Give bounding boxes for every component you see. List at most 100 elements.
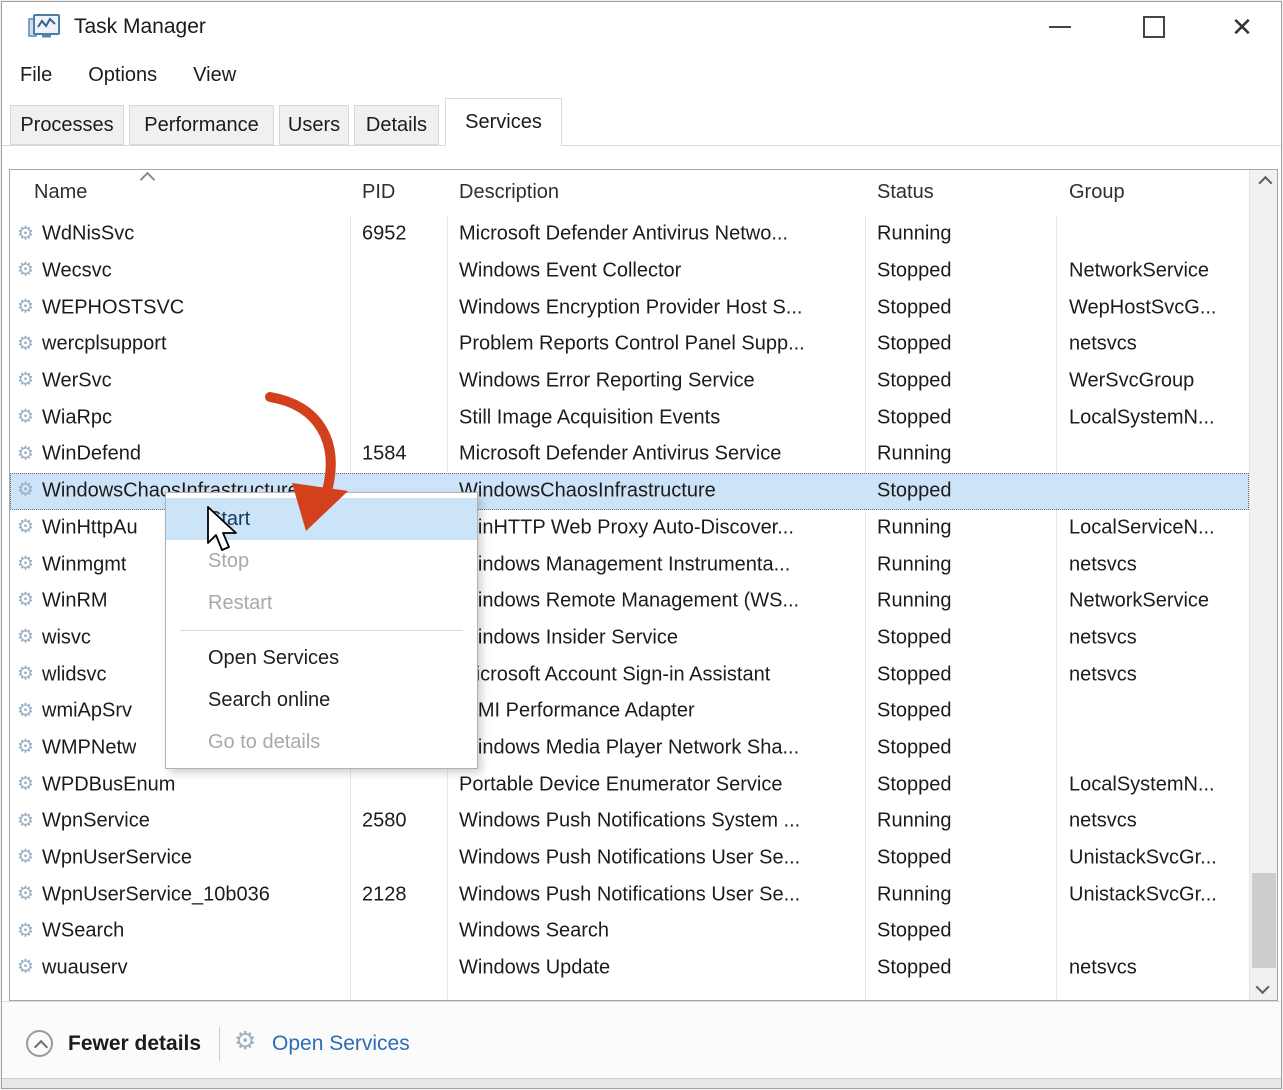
cell-status: Stopped	[877, 333, 952, 356]
cell-description: Windows Media Player Network Sha...	[459, 736, 799, 759]
vertical-scrollbar[interactable]	[1249, 170, 1277, 1000]
cell-name: Wecsvc	[42, 260, 112, 283]
tab-performance[interactable]: Performance	[129, 105, 274, 145]
cell-description: WMI Performance Adapter	[459, 700, 695, 723]
cell-description: Problem Reports Control Panel Supp...	[459, 333, 805, 356]
cell-name: WinDefend	[42, 443, 141, 466]
scroll-up-button[interactable]	[1250, 170, 1277, 196]
column-header-pid[interactable]: PID	[362, 181, 395, 204]
cell-name: WerSvc	[42, 370, 112, 393]
cell-description: WindowsChaosInfrastructure	[459, 480, 716, 503]
service-gear-icon: ⚙	[17, 222, 34, 245]
cell-group: netsvcs	[1069, 957, 1137, 980]
table-row[interactable]: ⚙wuauservWindows UpdateStoppednetsvcs	[10, 950, 1249, 987]
scrollbar-thumb[interactable]	[1252, 873, 1276, 968]
cell-name: wlidsvc	[42, 663, 106, 686]
maximize-button[interactable]	[1126, 2, 1182, 52]
cell-status: Stopped	[877, 700, 952, 723]
cell-description: WinHTTP Web Proxy Auto-Discover...	[459, 516, 794, 539]
table-row[interactable]: ⚙WpnUserService_10b0362128Windows Push N…	[10, 876, 1249, 913]
services-gear-icon: ⚙	[234, 1026, 256, 1056]
cell-status: Stopped	[877, 736, 952, 759]
cell-group: UnistackSvcGr...	[1069, 883, 1217, 906]
cell-description: Windows Remote Management (WS...	[459, 590, 799, 613]
table-row[interactable]: ⚙WSearchWindows SearchStopped	[10, 913, 1249, 950]
context-menu-item-restart: Restart	[166, 582, 477, 624]
cell-status: Stopped	[877, 920, 952, 943]
chevron-up-icon	[34, 1040, 48, 1054]
table-row[interactable]: ⚙wercplsupportProblem Reports Control Pa…	[10, 326, 1249, 363]
cell-name: WdNisSvc	[42, 223, 134, 246]
fewer-details-button[interactable]	[26, 1030, 53, 1057]
table-row[interactable]: ⚙WiaRpcStill Image Acquisition EventsSto…	[10, 399, 1249, 436]
cell-group: NetworkService	[1069, 260, 1209, 283]
cell-status: Stopped	[877, 663, 952, 686]
cell-description: Windows Push Notifications User Se...	[459, 847, 800, 870]
service-gear-icon: ⚙	[17, 809, 34, 832]
cell-description: Windows Search	[459, 920, 609, 943]
context-menu-item-start[interactable]: Start	[166, 498, 477, 540]
column-header-description[interactable]: Description	[459, 181, 559, 204]
scroll-down-button[interactable]	[1250, 974, 1277, 1000]
minimize-button[interactable]	[1032, 2, 1088, 52]
menu-view[interactable]: View	[193, 64, 236, 87]
screenshot-stage: Task Manager ✕ FileOptionsView Processes…	[0, 0, 1283, 1090]
cell-group: LocalServiceN...	[1069, 516, 1215, 539]
service-gear-icon: ⚙	[17, 295, 34, 318]
cell-group: netsvcs	[1069, 663, 1137, 686]
cell-description: Windows Management Instrumenta...	[459, 553, 790, 576]
service-gear-icon: ⚙	[17, 406, 34, 429]
column-header-status[interactable]: Status	[877, 181, 934, 204]
context-menu-item-open-services[interactable]: Open Services	[166, 637, 477, 679]
tab-strip: ProcessesPerformanceUsersDetailsServices	[2, 98, 1281, 146]
context-menu-item-search-online[interactable]: Search online	[166, 679, 477, 721]
service-gear-icon: ⚙	[17, 369, 34, 392]
table-row[interactable]: ⚙WpnService2580Windows Push Notification…	[10, 803, 1249, 840]
task-manager-app-icon	[28, 13, 60, 41]
context-menu: StartStopRestartOpen ServicesSearch onli…	[165, 492, 478, 769]
window-bottom-edge	[2, 1078, 1281, 1088]
table-row[interactable]: ⚙ WdNisSvc 6952 Microsoft Defender Antiviru…	[10, 216, 1249, 253]
context-menu-item-go-to-details: Go to details	[166, 721, 477, 763]
tab-processes[interactable]: Processes	[10, 105, 124, 145]
cell-group: LocalSystemN...	[1069, 773, 1215, 796]
cell-status: Stopped	[877, 626, 952, 649]
column-header-name[interactable]: Name	[34, 181, 87, 204]
service-gear-icon: ⚙	[17, 846, 34, 869]
cell-name: WpnUserService_10b036	[42, 883, 270, 906]
cell-status: Stopped	[877, 370, 952, 393]
service-gear-icon: ⚙	[17, 662, 34, 685]
cell-description: Microsoft Defender Antivirus Service	[459, 443, 781, 466]
cell-pid: 6952	[362, 223, 407, 246]
tab-details[interactable]: Details	[354, 105, 439, 145]
table-row[interactable]: ⚙WerSvcWindows Error Reporting ServiceSt…	[10, 363, 1249, 400]
cell-pid: 2128	[362, 883, 407, 906]
tab-users[interactable]: Users	[279, 105, 349, 145]
table-row[interactable]: ⚙WPDBusEnumPortable Device Enumerator Se…	[10, 766, 1249, 803]
cell-status: Running	[877, 590, 952, 613]
cell-description: Windows Insider Service	[459, 626, 678, 649]
tab-services[interactable]: Services	[445, 98, 562, 146]
cell-pid: 2580	[362, 810, 407, 833]
close-button[interactable]: ✕	[1214, 2, 1270, 52]
table-row[interactable]: ⚙WinDefend1584Microsoft Defender Antivir…	[10, 436, 1249, 473]
status-bar-divider	[219, 1027, 220, 1061]
cell-description: Microsoft Defender Antivirus Netwo...	[459, 223, 788, 246]
column-header-group[interactable]: Group	[1069, 181, 1125, 204]
table-row[interactable]: ⚙WEPHOSTSVCWindows Encryption Provider H…	[10, 289, 1249, 326]
chevron-down-icon	[1255, 980, 1269, 994]
cell-name: wmiApSrv	[42, 700, 132, 723]
cell-name: wuauserv	[42, 957, 128, 980]
cell-status: Stopped	[877, 773, 952, 796]
service-gear-icon: ⚙	[17, 442, 34, 465]
cell-name: WSearch	[42, 920, 124, 943]
table-row[interactable]: ⚙WpnUserServiceWindows Push Notification…	[10, 840, 1249, 877]
menu-options[interactable]: Options	[88, 64, 157, 87]
table-row[interactable]: ⚙WecsvcWindows Event CollectorStoppedNet…	[10, 253, 1249, 290]
service-gear-icon: ⚙	[17, 882, 34, 905]
menu-file[interactable]: File	[20, 64, 52, 87]
open-services-link[interactable]: Open Services	[272, 1032, 410, 1056]
fewer-details-label[interactable]: Fewer details	[68, 1032, 201, 1056]
cell-group: LocalSystemN...	[1069, 406, 1215, 429]
close-icon: ✕	[1231, 14, 1253, 40]
